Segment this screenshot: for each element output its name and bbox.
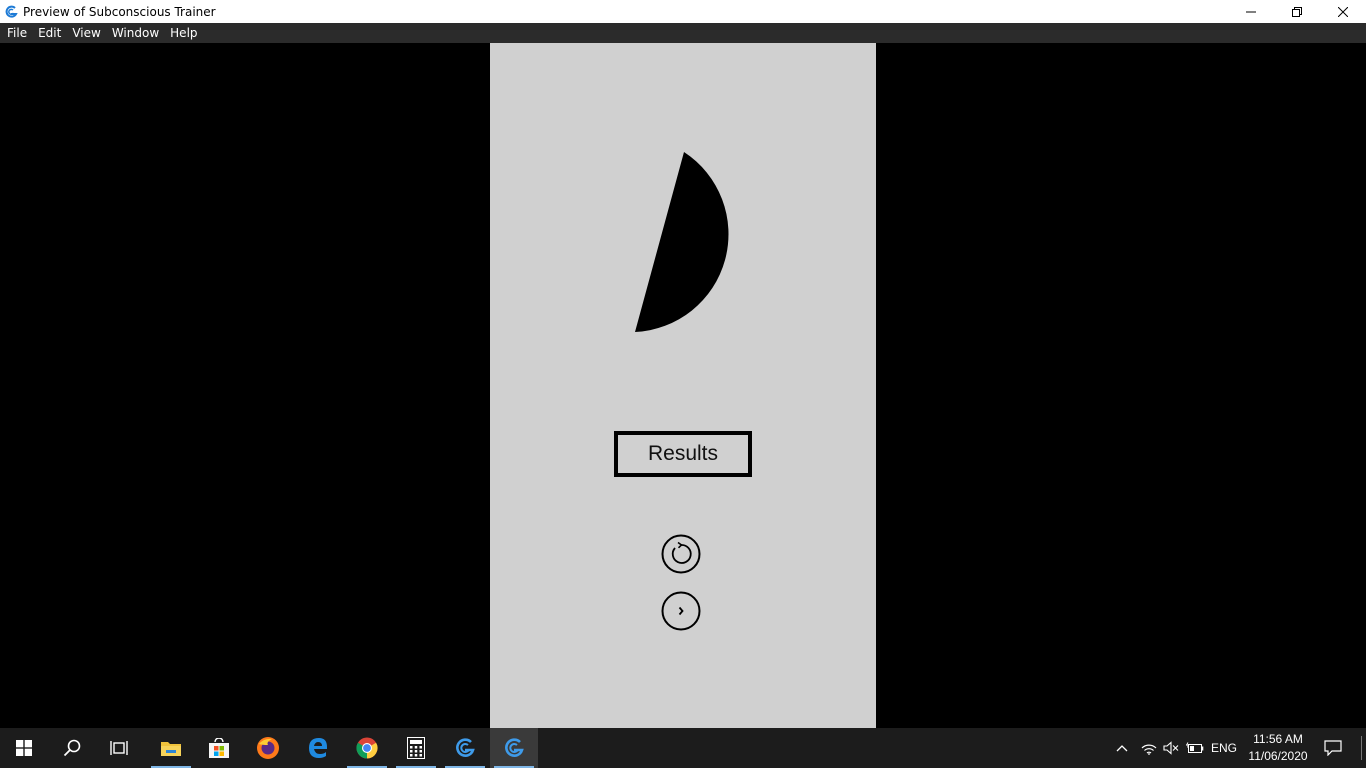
start-button[interactable] — [0, 728, 48, 768]
retry-button[interactable] — [661, 534, 701, 574]
window-controls — [1228, 0, 1366, 23]
volume-muted-icon — [1163, 741, 1179, 755]
task-view-icon — [110, 741, 128, 755]
language-indicator[interactable]: ENG — [1208, 728, 1240, 768]
restore-icon — [1292, 6, 1302, 17]
gdevelop-button[interactable] — [441, 728, 489, 768]
minimize-icon — [1246, 11, 1256, 12]
taskbar: ENG 11:56 AM 11/06/2020 — [0, 728, 1366, 768]
store-button[interactable] — [195, 728, 243, 768]
menu-window[interactable]: Window — [107, 23, 164, 43]
menu-edit[interactable]: Edit — [33, 23, 66, 43]
windows-start-icon — [16, 740, 32, 756]
menu-file[interactable]: File — [2, 23, 32, 43]
clock-time: 11:56 AM — [1253, 732, 1303, 746]
wifi-icon — [1141, 744, 1157, 755]
file-explorer-icon — [161, 742, 181, 756]
window-title: Preview of Subconscious Trainer — [23, 4, 216, 19]
game-canvas: Results — [490, 43, 876, 728]
calculator-icon — [407, 737, 425, 759]
menu-help[interactable]: Help — [165, 23, 202, 43]
results-button[interactable]: Results — [614, 431, 752, 477]
clock[interactable]: 11:56 AM 11/06/2020 — [1243, 730, 1313, 766]
language-label: ENG — [1210, 741, 1237, 755]
firefox-button[interactable] — [244, 728, 292, 768]
menu-view[interactable]: View — [67, 23, 105, 43]
close-icon — [1338, 6, 1348, 17]
search-icon — [63, 739, 81, 757]
microsoft-store-icon — [209, 738, 229, 758]
network-button[interactable] — [1138, 728, 1160, 768]
clock-date: 11/06/2020 — [1248, 749, 1308, 763]
minimize-button[interactable] — [1228, 0, 1274, 23]
chevron-up-icon — [1116, 745, 1128, 752]
gdevelop-preview-button[interactable] — [490, 728, 538, 768]
close-button[interactable] — [1320, 0, 1366, 23]
show-desktop-divider[interactable] — [1361, 736, 1362, 760]
chrome-icon — [356, 737, 378, 759]
task-view-button[interactable] — [96, 728, 144, 768]
refresh-icon — [661, 534, 701, 574]
file-explorer-button[interactable] — [147, 728, 195, 768]
notification-icon — [1324, 740, 1342, 756]
app-logo-icon — [3, 4, 19, 20]
next-button[interactable] — [661, 591, 701, 631]
edge-icon — [309, 738, 327, 758]
edge-button[interactable] — [294, 728, 342, 768]
title-bar: Preview of Subconscious Trainer — [0, 0, 1366, 23]
menu-bar: File Edit View Window Help — [0, 23, 1366, 43]
gdevelop-preview-icon — [505, 738, 524, 757]
show-hidden-icons-button[interactable] — [1110, 728, 1134, 768]
volume-button[interactable] — [1160, 728, 1182, 768]
battery-button[interactable] — [1183, 728, 1207, 768]
firefox-icon — [257, 737, 279, 759]
gdevelop-icon — [456, 738, 475, 757]
calculator-button[interactable] — [392, 728, 440, 768]
restore-button[interactable] — [1274, 0, 1320, 23]
half-disc-shape — [635, 152, 729, 332]
preview-stage: Results — [0, 43, 1366, 728]
chrome-button[interactable] — [343, 728, 391, 768]
battery-charging-icon — [1186, 742, 1204, 753]
action-center-button[interactable] — [1318, 728, 1348, 768]
chevron-right-icon — [661, 591, 701, 631]
results-label: Results — [647, 442, 719, 465]
search-button[interactable] — [48, 728, 96, 768]
